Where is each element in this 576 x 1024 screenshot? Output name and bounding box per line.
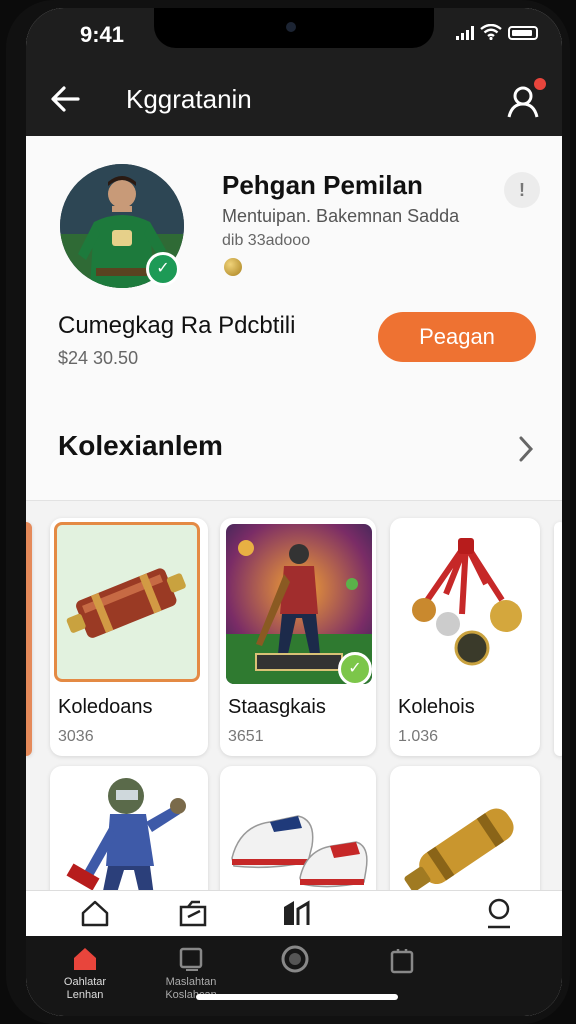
verified-badge-icon: ✓ [146,252,180,286]
status-icons [456,24,538,40]
profile-card: ✓ Pehgan Pemilan Mentuipan. Bakemnan Sad… [26,136,562,401]
collection-header[interactable]: Kolexianlem [26,400,562,501]
collection-card[interactable]: ✓ Staasgkais 3651 [220,518,376,756]
collection-title: Kolexianlem [58,430,223,461]
card-title: Koledoans [58,696,153,718]
medals-thumbnail [396,524,534,684]
card-title: Staasgkais [228,696,326,718]
figurine-thumbnail [66,778,186,896]
phone-frame: 9:41 Kggratanin ✓ Pehgan Pemilan Mentuip… [6,0,570,1024]
collection-card[interactable]: Kolehois 1.036 [390,518,540,756]
profile-meta: dib 33adooo [222,232,311,249]
check-badge-icon: ✓ [338,652,372,686]
status-time: 9:41 [80,22,125,47]
card-count: 3036 [58,728,94,745]
home-active-icon[interactable] [72,946,98,972]
cards-icon[interactable] [178,946,204,972]
tab-bar [26,890,562,937]
profile-subtitle: Mentuipan. Bakemnan Sadda [222,206,460,226]
bottom-navigation: Oahlatar Lenhan Maslahtan Koslahcan [26,936,562,1016]
market-icon[interactable] [280,897,312,929]
featured-card-name: Cumegkag Ra Pdcbtili [58,312,296,339]
featured-card-price: $24 30.50 [58,348,139,368]
card-count: 1.036 [398,728,439,745]
app-title: Kggratanin [126,84,252,114]
card-count: 3651 [228,728,264,745]
shoes-thumbnail [231,815,368,888]
collection-icon[interactable] [178,899,210,927]
coin-icon [224,258,242,276]
nav-label-home[interactable]: Oahlatar Lenhan [40,976,130,1002]
partial-card-left[interactable] [26,522,32,756]
status-bar: 9:41 [26,8,562,64]
card-title: Kolehois [398,696,475,718]
shop-icon[interactable] [388,946,416,974]
notch [154,8,434,48]
home-indicator [196,994,398,1000]
wifi-icon [480,24,502,40]
screen: 9:41 Kggratanin ✓ Pehgan Pemilan Mentuip… [26,8,562,1016]
notification-dot [534,78,546,90]
artifact-thumbnail [54,522,200,682]
collection-card[interactable]: Koledoans 3036 [50,518,208,756]
battery-icon [508,26,538,40]
home-icon[interactable] [80,899,110,927]
chevron-right-icon[interactable] [516,434,536,464]
app-bar: Kggratanin [26,64,562,136]
record-icon[interactable] [280,944,310,974]
info-icon[interactable]: ! [504,172,540,208]
back-arrow-icon[interactable] [48,82,82,116]
profile-name: Pehgan Pemilan [222,170,423,200]
camera [286,22,296,32]
golden-horn-thumbnail [404,808,514,892]
profile-icon[interactable] [484,897,514,929]
signal-icon [456,26,474,40]
action-button[interactable]: Peagan [378,312,536,362]
partial-card-right[interactable] [554,522,562,756]
